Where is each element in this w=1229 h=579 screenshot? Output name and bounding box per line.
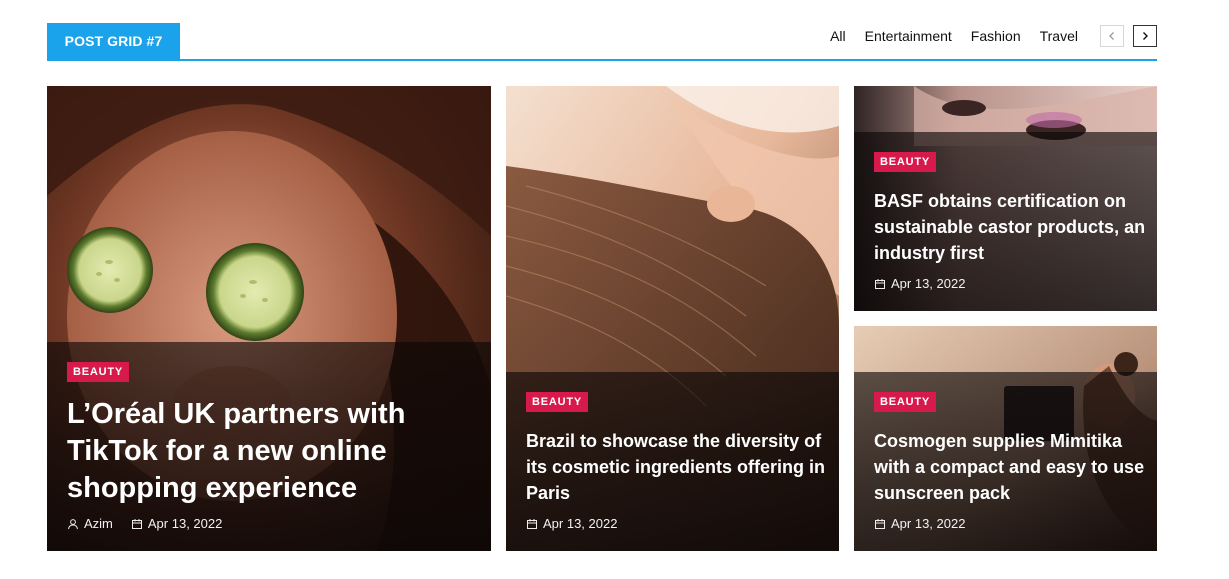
- post-title[interactable]: Cosmogen supplies Mimitika with a compac…: [874, 428, 1149, 506]
- post-title[interactable]: BASF obtains certification on sustainabl…: [874, 188, 1149, 266]
- header-divider: [47, 59, 1157, 61]
- date-text: Apr 13, 2022: [147, 516, 223, 531]
- post-date: Apr 13, 2022: [874, 516, 965, 531]
- next-button[interactable]: [1133, 25, 1157, 47]
- post-date: Apr 13, 2022: [131, 516, 222, 531]
- chevron-right-icon: [1143, 32, 1148, 40]
- calendar-icon: [527, 518, 537, 529]
- post-grid-header: POST GRID #7 All Entertainment Fashion T…: [47, 23, 1157, 61]
- calendar-icon: [875, 278, 885, 289]
- post-meta: Apr 13, 2022: [526, 516, 617, 531]
- post-date: Apr 13, 2022: [874, 276, 965, 291]
- category-badge[interactable]: BEAUTY: [874, 392, 937, 412]
- post-meta: Azim Apr 13, 2022: [67, 516, 222, 531]
- post-title[interactable]: Brazil to showcase the diversity of its …: [526, 428, 826, 506]
- category-badge[interactable]: BEAUTY: [874, 152, 937, 172]
- author-name: Azim: [84, 516, 113, 531]
- calendar-icon: [875, 518, 885, 529]
- chevron-left-icon: [1109, 32, 1114, 40]
- section-title: POST GRID #7: [47, 23, 180, 59]
- post-meta: Apr 13, 2022: [874, 516, 965, 531]
- post-card[interactable]: BEAUTY BASF obtains certification on sus…: [854, 86, 1157, 311]
- post-date: Apr 13, 2022: [526, 516, 617, 531]
- filter-entertainment[interactable]: Entertainment: [865, 28, 952, 44]
- date-text: Apr 13, 2022: [891, 516, 966, 531]
- calendar-icon: [131, 518, 142, 529]
- post-card-featured[interactable]: BEAUTY L’Oréal UK partners with TikTok f…: [47, 86, 491, 551]
- post-title[interactable]: L’Oréal UK partners with TikTok for a ne…: [67, 396, 467, 507]
- post-meta: Apr 13, 2022: [874, 276, 965, 291]
- post-author[interactable]: Azim: [67, 516, 113, 531]
- filter-fashion[interactable]: Fashion: [971, 28, 1021, 44]
- filter-travel[interactable]: Travel: [1040, 28, 1078, 44]
- category-badge[interactable]: BEAUTY: [67, 362, 130, 382]
- date-text: Apr 13, 2022: [891, 276, 966, 291]
- filter-all[interactable]: All: [830, 28, 846, 44]
- category-filter-bar: All Entertainment Fashion Travel: [830, 23, 1157, 49]
- user-icon: [68, 518, 78, 529]
- prev-button[interactable]: [1100, 25, 1124, 47]
- post-card[interactable]: BEAUTY Brazil to showcase the diversity …: [506, 86, 839, 551]
- date-text: Apr 13, 2022: [543, 516, 618, 531]
- category-badge[interactable]: BEAUTY: [526, 392, 589, 412]
- post-card[interactable]: BEAUTY Cosmogen supplies Mimitika with a…: [854, 326, 1157, 551]
